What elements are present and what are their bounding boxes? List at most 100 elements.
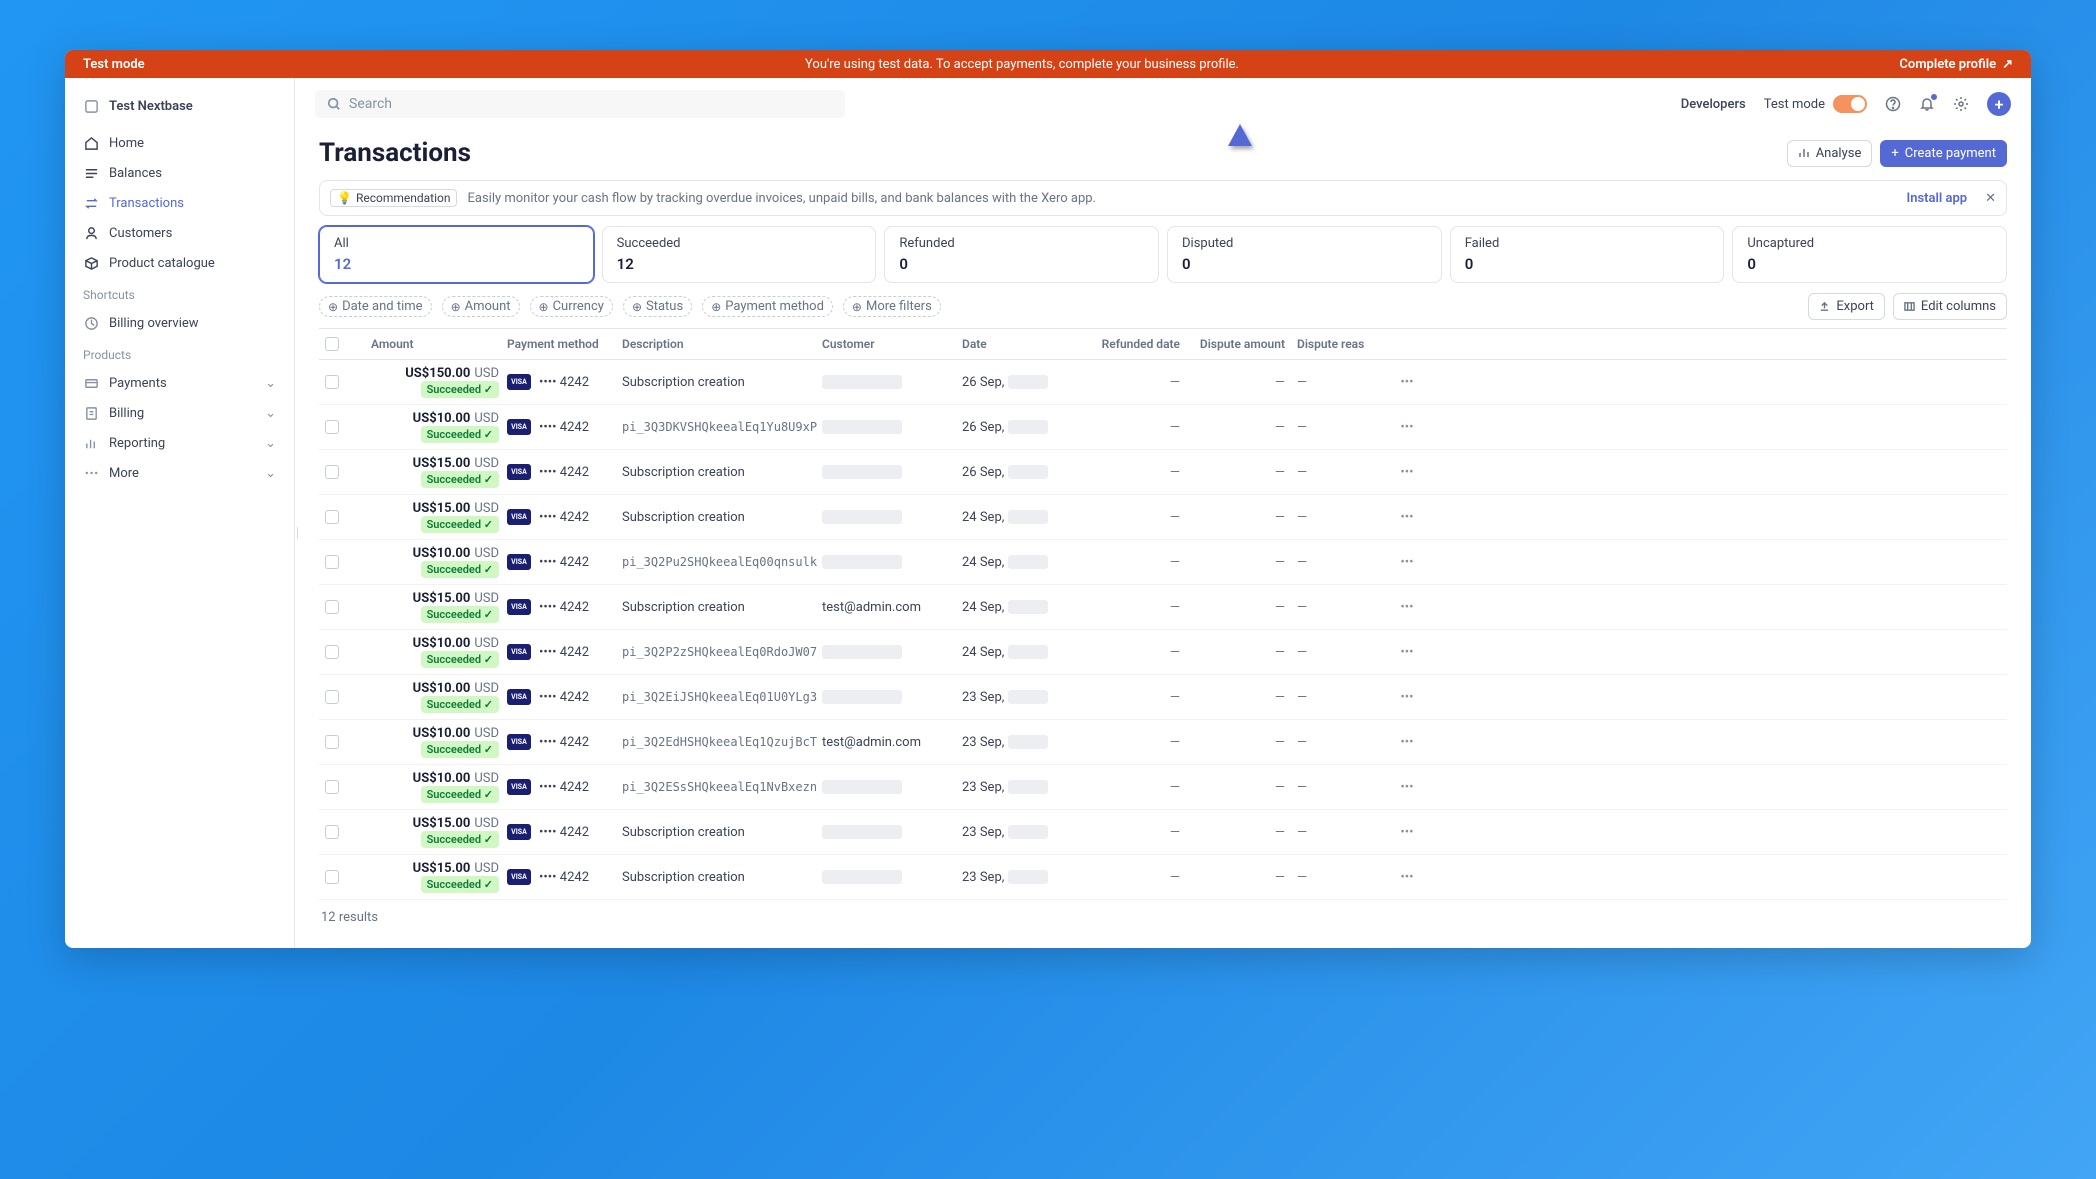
create-payment-button[interactable]: + Create payment — [1880, 140, 2007, 167]
table-row[interactable]: US$15.00USD Succeeded ✓VISA•••• 4242Subs… — [319, 585, 2007, 630]
sidebar-item-home[interactable]: Home — [65, 128, 294, 158]
col-payment-method[interactable]: Payment method — [507, 337, 622, 351]
table-row[interactable]: US$10.00USD Succeeded ✓VISA•••• 4242pi_3… — [319, 540, 2007, 585]
export-button[interactable]: Export — [1808, 293, 1885, 320]
visa-icon: VISA — [507, 779, 531, 795]
tab-failed[interactable]: Failed0 — [1450, 226, 1725, 283]
sidebar-item-product-catalogue[interactable]: Product catalogue — [65, 248, 294, 278]
sidebar-item-customers[interactable]: Customers — [65, 218, 294, 248]
row-checkbox[interactable] — [325, 825, 339, 839]
visa-icon: VISA — [507, 734, 531, 750]
table-row[interactable]: US$10.00USD Succeeded ✓VISA•••• 4242pi_3… — [319, 405, 2007, 450]
row-actions[interactable]: ••• — [1387, 510, 1427, 525]
row-actions[interactable]: ••• — [1387, 420, 1427, 435]
filter-status[interactable]: ⊕Status — [623, 296, 692, 317]
row-checkbox[interactable] — [325, 375, 339, 389]
edit-columns-button[interactable]: Edit columns — [1893, 293, 2007, 320]
row-checkbox[interactable] — [325, 600, 339, 614]
chevron-down-icon: ⌄ — [265, 466, 276, 481]
test-mode-toggle[interactable]: Test mode — [1764, 95, 1867, 113]
settings-icon[interactable] — [1953, 96, 1969, 112]
help-icon[interactable] — [1885, 96, 1901, 112]
row-actions[interactable]: ••• — [1387, 645, 1427, 660]
filter-currency[interactable]: ⊕Currency — [530, 296, 613, 317]
table-row[interactable]: US$15.00USD Succeeded ✓VISA•••• 4242Subs… — [319, 495, 2007, 540]
search-input[interactable]: Search — [315, 90, 845, 118]
table-row[interactable]: US$10.00USD Succeeded ✓VISA•••• 4242pi_3… — [319, 630, 2007, 675]
row-checkbox[interactable] — [325, 555, 339, 569]
row-checkbox[interactable] — [325, 645, 339, 659]
complete-profile-label: Complete profile — [1899, 57, 1996, 72]
row-actions[interactable]: ••• — [1387, 870, 1427, 885]
close-icon[interactable]: ✕ — [1985, 191, 1996, 206]
tab-refunded[interactable]: Refunded0 — [884, 226, 1159, 283]
row-checkbox[interactable] — [325, 870, 339, 884]
row-checkbox[interactable] — [325, 510, 339, 524]
select-all-checkbox[interactable] — [325, 337, 339, 351]
visa-icon: VISA — [507, 869, 531, 885]
status-badge: Succeeded ✓ — [421, 516, 499, 533]
row-checkbox[interactable] — [325, 735, 339, 749]
results-count: 12 results — [319, 900, 2007, 935]
table-row[interactable]: US$10.00USD Succeeded ✓VISA•••• 4242pi_3… — [319, 720, 2007, 765]
filter-more-filters[interactable]: ⊕More filters — [843, 296, 941, 317]
col-amount[interactable]: Amount — [347, 337, 507, 351]
status-badge: Succeeded ✓ — [421, 471, 499, 488]
row-actions[interactable]: ••• — [1387, 690, 1427, 705]
row-actions[interactable]: ••• — [1387, 465, 1427, 480]
row-checkbox[interactable] — [325, 420, 339, 434]
row-actions[interactable]: ••• — [1387, 735, 1427, 750]
row-actions[interactable]: ••• — [1387, 555, 1427, 570]
sidebar-collapse-handle[interactable]: │ — [295, 518, 299, 548]
row-checkbox[interactable] — [325, 780, 339, 794]
status-badge: Succeeded ✓ — [421, 381, 499, 398]
row-checkbox[interactable] — [325, 465, 339, 479]
install-app-link[interactable]: Install app — [1906, 191, 1967, 206]
filter-payment-method[interactable]: ⊕Payment method — [702, 296, 833, 317]
product-more[interactable]: More⌄ — [65, 458, 294, 488]
notifications-icon[interactable] — [1919, 96, 1935, 112]
complete-profile-link[interactable]: Complete profile ↗ — [1899, 57, 2013, 72]
developers-link[interactable]: Developers — [1681, 97, 1746, 112]
tab-succeeded[interactable]: Succeeded12 — [602, 226, 877, 283]
col-customer[interactable]: Customer — [822, 337, 962, 351]
sidebar-item-balances[interactable]: Balances — [65, 158, 294, 188]
chart-icon — [1798, 147, 1810, 159]
recommendation-banner: 💡 Recommendation Easily monitor your cas… — [319, 180, 2007, 216]
toggle-switch[interactable] — [1833, 95, 1867, 113]
col-refunded[interactable]: Refunded date — [1092, 337, 1192, 351]
table-row[interactable]: US$15.00USD Succeeded ✓VISA•••• 4242Subs… — [319, 855, 2007, 900]
nav-icon — [83, 255, 99, 271]
filter-date-and-time[interactable]: ⊕Date and time — [319, 296, 432, 317]
row-checkbox[interactable] — [325, 690, 339, 704]
analyse-button[interactable]: Analyse — [1787, 140, 1873, 167]
row-actions[interactable]: ••• — [1387, 780, 1427, 795]
col-date[interactable]: Date — [962, 337, 1092, 351]
product-billing[interactable]: Billing⌄ — [65, 398, 294, 428]
table-row[interactable]: US$15.00USD Succeeded ✓VISA•••• 4242Subs… — [319, 450, 2007, 495]
sidebar-item-transactions[interactable]: Transactions — [65, 188, 294, 218]
tab-all[interactable]: All12 — [319, 226, 594, 283]
chevron-down-icon: ⌄ — [265, 376, 276, 391]
status-badge: Succeeded ✓ — [421, 561, 499, 578]
test-mode-label: Test mode — [83, 57, 145, 72]
table-row[interactable]: US$10.00USD Succeeded ✓VISA•••• 4242pi_3… — [319, 765, 2007, 810]
col-description[interactable]: Description — [622, 337, 822, 351]
filter-amount[interactable]: ⊕Amount — [442, 296, 520, 317]
company-selector[interactable]: Test Nextbase — [65, 92, 294, 128]
col-dispute-reason[interactable]: Dispute reas — [1297, 337, 1387, 351]
table-row[interactable]: US$15.00USD Succeeded ✓VISA•••• 4242Subs… — [319, 810, 2007, 855]
tab-disputed[interactable]: Disputed0 — [1167, 226, 1442, 283]
tab-uncaptured[interactable]: Uncaptured0 — [1732, 226, 2007, 283]
add-button[interactable]: + — [1987, 92, 2011, 116]
row-actions[interactable]: ••• — [1387, 375, 1427, 390]
row-actions[interactable]: ••• — [1387, 825, 1427, 840]
table-row[interactable]: US$150.00USD Succeeded ✓VISA•••• 4242Sub… — [319, 360, 2007, 405]
page-title: Transactions — [319, 138, 471, 168]
shortcut-billing-overview[interactable]: Billing overview — [65, 308, 294, 338]
product-payments[interactable]: Payments⌄ — [65, 368, 294, 398]
product-reporting[interactable]: Reporting⌄ — [65, 428, 294, 458]
table-row[interactable]: US$10.00USD Succeeded ✓VISA•••• 4242pi_3… — [319, 675, 2007, 720]
row-actions[interactable]: ••• — [1387, 600, 1427, 615]
col-dispute-amount[interactable]: Dispute amount — [1192, 337, 1297, 351]
